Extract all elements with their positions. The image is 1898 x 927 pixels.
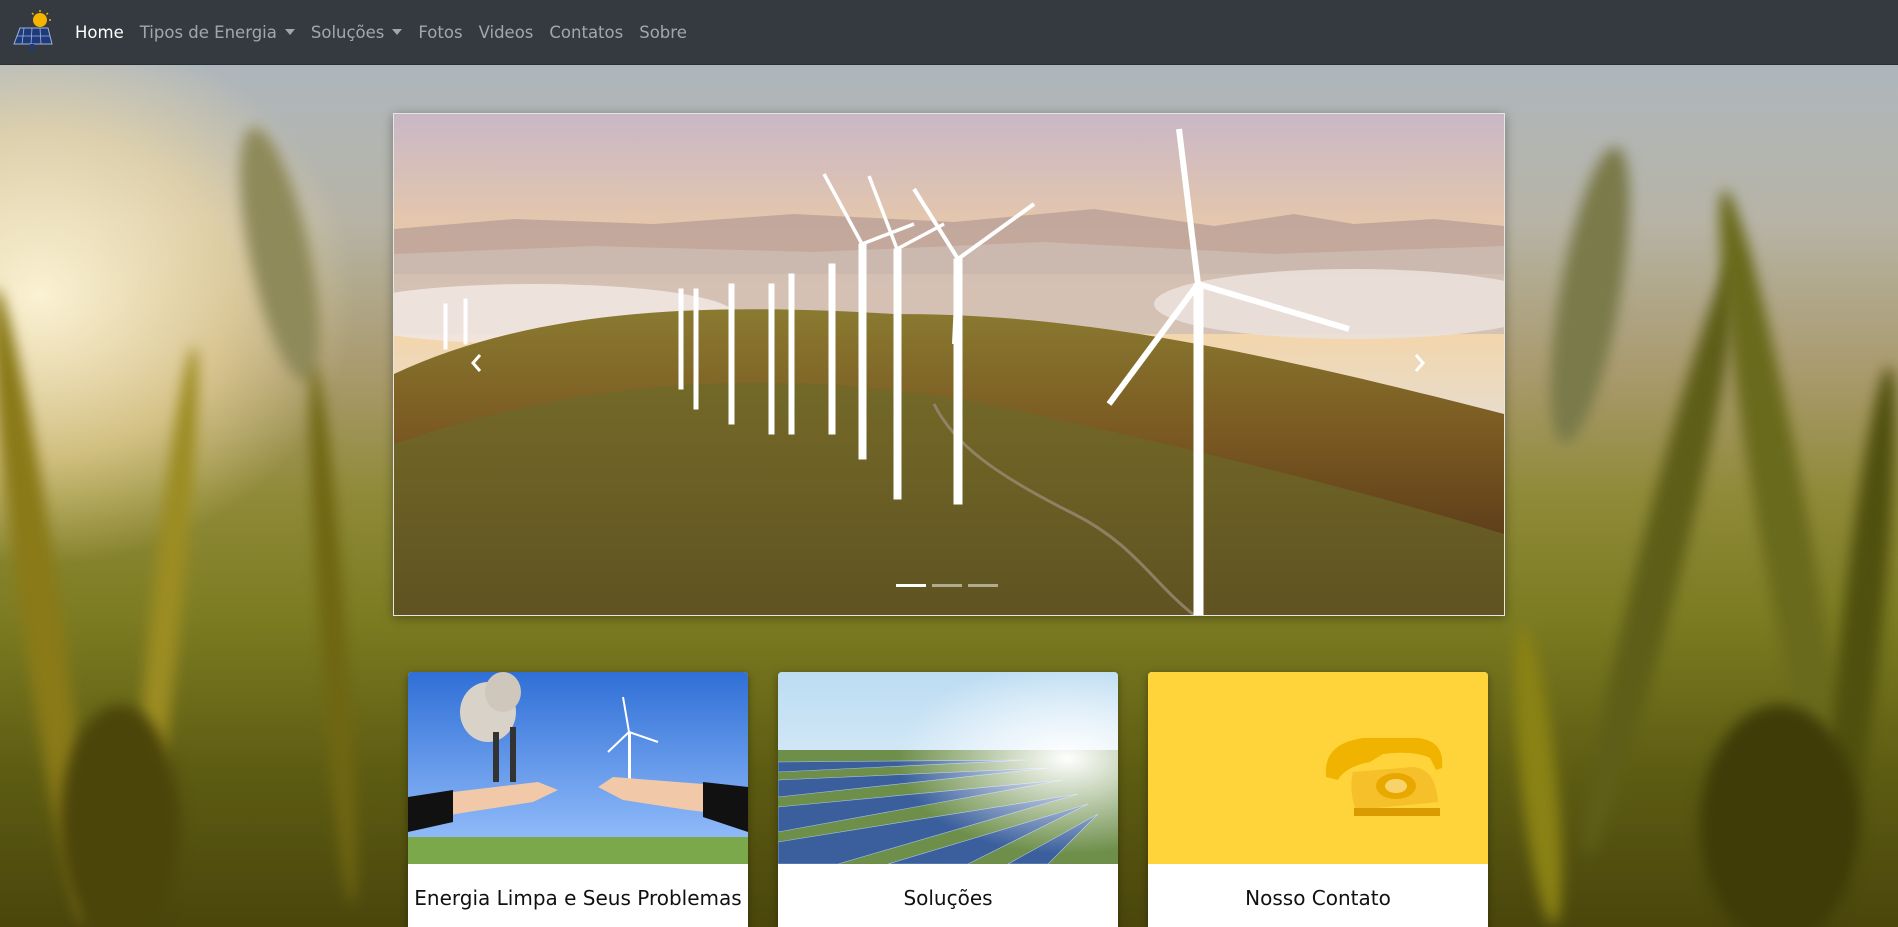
card-nosso-contato[interactable]: Nosso Contato bbox=[1148, 672, 1488, 927]
chevron-left-icon bbox=[471, 354, 482, 372]
nav-home[interactable]: Home bbox=[75, 23, 124, 42]
nav-fotos[interactable]: Fotos bbox=[418, 23, 462, 42]
nav-tipos-de-energia-dropdown[interactable]: Tipos de Energia bbox=[140, 23, 295, 42]
card-energia-limpa[interactable]: Energia Limpa e Seus Problemas bbox=[408, 672, 748, 927]
carousel-next-button[interactable] bbox=[1404, 343, 1434, 383]
carousel-indicators bbox=[896, 584, 998, 587]
card-title: Energia Limpa e Seus Problemas bbox=[414, 886, 742, 910]
solar-panel-sun-icon[interactable] bbox=[10, 10, 54, 54]
top-navbar: Home Tipos de Energia Soluções Fotos Vid… bbox=[0, 0, 1898, 65]
carousel-indicator-3[interactable] bbox=[968, 584, 998, 587]
card-solucoes[interactable]: Soluções bbox=[778, 672, 1118, 927]
caret-down-icon bbox=[284, 29, 295, 35]
carousel-indicator-1[interactable] bbox=[896, 584, 926, 587]
image-carousel bbox=[393, 113, 1505, 616]
carousel-indicator-2[interactable] bbox=[932, 584, 962, 587]
card-title: Soluções bbox=[903, 886, 993, 910]
nav-solucoes-dropdown[interactable]: Soluções bbox=[311, 23, 403, 42]
carousel-prev-button[interactable] bbox=[462, 343, 492, 383]
nav-contatos[interactable]: Contatos bbox=[549, 23, 623, 42]
yellow-telephone-image bbox=[1148, 672, 1488, 864]
caret-down-icon bbox=[392, 29, 403, 35]
card-title: Nosso Contato bbox=[1245, 886, 1391, 910]
carousel-slide-wind-turbines bbox=[394, 114, 1504, 615]
hands-factory-wind-turbine-image bbox=[408, 672, 748, 864]
nav-videos[interactable]: Videos bbox=[479, 23, 534, 42]
solar-panel-field-image bbox=[778, 672, 1118, 864]
nav-sobre[interactable]: Sobre bbox=[639, 23, 687, 42]
chevron-right-icon bbox=[1414, 354, 1425, 372]
